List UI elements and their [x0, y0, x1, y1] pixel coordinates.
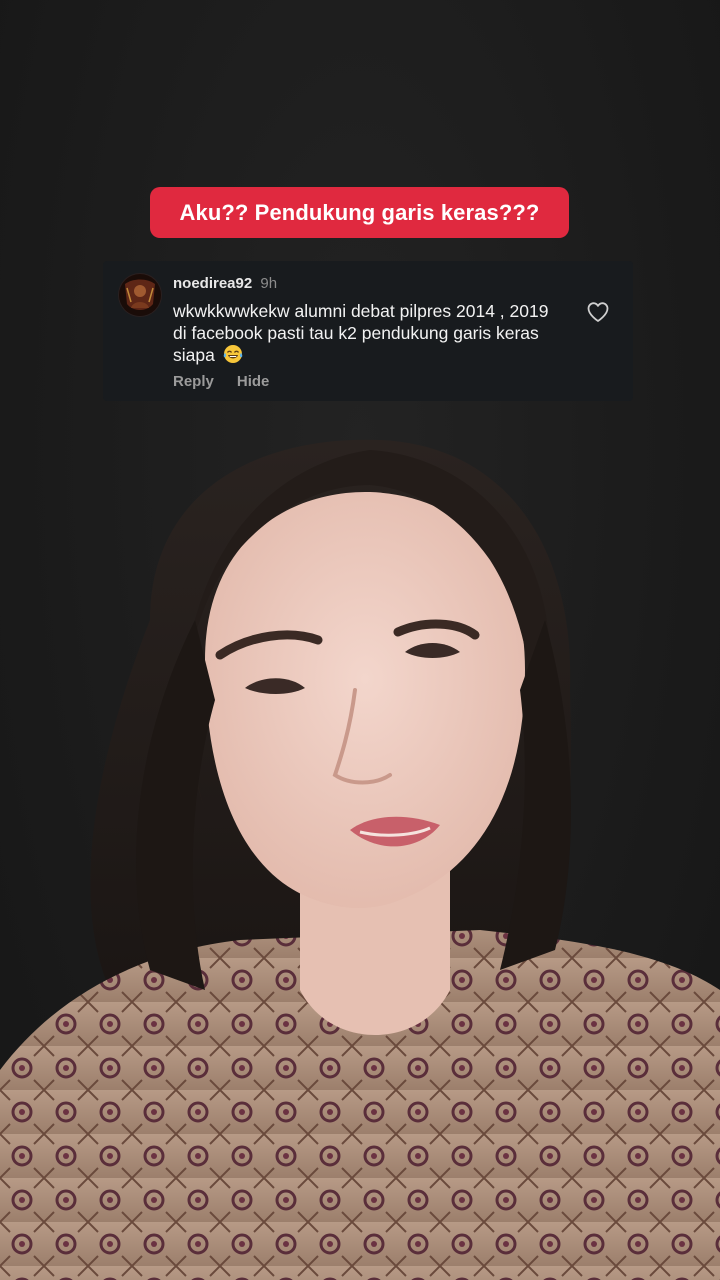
comment-actions: Reply Hide	[173, 373, 269, 390]
video-stage[interactable]: Aku?? Pendukung garis keras??? noedirea9…	[0, 0, 720, 1280]
reply-button[interactable]: Reply	[173, 373, 214, 390]
comment-body: wkwkkwwkekw alumni debat pilpres 2014 , …	[173, 300, 558, 366]
user-avatar[interactable]	[119, 274, 161, 316]
caption-banner: Aku?? Pendukung garis keras???	[150, 187, 569, 238]
video-subject	[0, 439, 720, 1280]
caption-text: Aku?? Pendukung garis keras???	[179, 199, 540, 225]
comment-header: noedirea92 9h	[173, 275, 277, 292]
heart-outline-icon[interactable]	[586, 301, 610, 323]
comment-username[interactable]: noedirea92	[173, 275, 252, 292]
hide-button[interactable]: Hide	[237, 373, 270, 390]
comment-timestamp: 9h	[260, 275, 278, 292]
comment-card[interactable]: noedirea92 9h wkwkkwwkekw alumni debat p…	[103, 261, 633, 401]
face-with-tears-of-joy-icon	[223, 345, 242, 363]
